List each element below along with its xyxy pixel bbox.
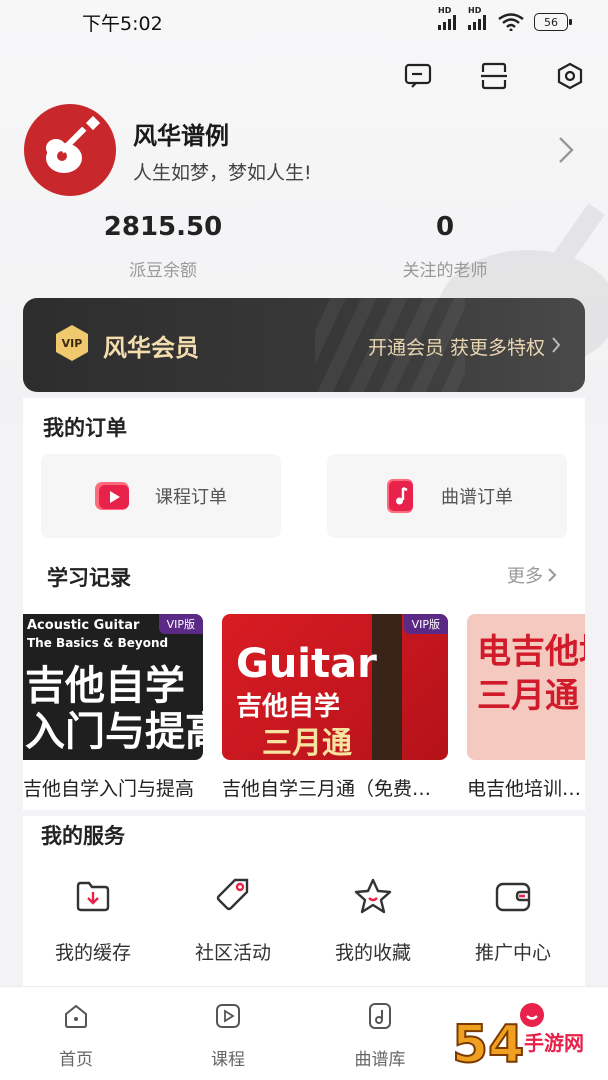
- more-label: 更多: [507, 566, 543, 587]
- learning-title: 学习记录: [47, 566, 131, 590]
- service-label: 推广中心: [474, 942, 551, 964]
- course-card[interactable]: 电吉他培 三月通 电吉他培训三月通: [467, 614, 585, 801]
- stat-label: 关注的老师: [402, 261, 488, 281]
- vip-title: 风华会员: [103, 334, 199, 362]
- site-watermark-logo: 54 手游网: [451, 1014, 584, 1076]
- score-orders-button[interactable]: 曲谱订单: [327, 454, 567, 538]
- cover-text: 入门与提高: [25, 709, 203, 755]
- play-icon: [216, 1004, 240, 1028]
- tag-icon: [216, 878, 249, 911]
- course-cover: VIP版 Guitar 吉他自学 三月通: [222, 614, 448, 760]
- service-label: 我的缓存: [54, 942, 131, 964]
- wallet-icon: [495, 882, 531, 912]
- orders-title: 我的订单: [43, 416, 127, 440]
- battery-icon: 56: [534, 13, 572, 31]
- service-label: 我的收藏: [334, 942, 411, 964]
- cover-text: 三月通: [477, 676, 579, 716]
- svg-text:手游网: 手游网: [524, 1031, 584, 1055]
- vip-tag: VIP版: [158, 614, 203, 634]
- stat-value: 0: [435, 212, 455, 242]
- nav-label: 首页: [59, 1050, 93, 1070]
- guitar-logo-icon: [46, 115, 101, 173]
- chevron-right-icon[interactable]: [554, 132, 578, 168]
- download-folder-icon: [76, 881, 110, 912]
- course-title: 吉他自学入门与提高: [23, 778, 195, 800]
- svg-text:54: 54: [452, 1015, 524, 1075]
- course-title: 吉他自学三月通（免费视频）: [222, 778, 448, 800]
- order-label: 课程订单: [155, 487, 227, 508]
- scan-icon[interactable]: [476, 58, 512, 94]
- status-indicators: HD HD 56: [438, 6, 572, 31]
- course-title: 电吉他培训三月通: [467, 778, 585, 800]
- course-card[interactable]: VIP版 Guitar 吉他自学 三月通 吉他自学三月通（免费视频）: [222, 614, 448, 801]
- vip-banner[interactable]: VIP 风华会员 开通会员 获更多特权: [23, 298, 585, 392]
- battery-level: 56: [544, 15, 558, 29]
- guitar-neck-image: [372, 614, 402, 760]
- music-note-icon: [387, 479, 413, 513]
- cover-text: 三月通: [262, 726, 352, 760]
- service-cache[interactable]: 我的缓存: [23, 876, 163, 965]
- top-actions: [400, 58, 588, 94]
- nav-label: 曲谱库: [354, 1050, 406, 1070]
- play-icon: [95, 482, 129, 510]
- settings-icon[interactable]: [552, 58, 588, 94]
- order-label: 曲谱订单: [441, 487, 513, 508]
- avatar[interactable]: [24, 104, 116, 196]
- vip-tag: VIP版: [403, 614, 448, 634]
- profile-motto: 人生如梦，梦如人生!: [133, 162, 312, 184]
- course-cover: 电吉他培 三月通: [467, 614, 585, 760]
- course-orders-button[interactable]: 课程订单: [41, 454, 281, 538]
- nav-courses[interactable]: 课程: [178, 1001, 278, 1070]
- services-title: 我的服务: [41, 824, 125, 848]
- cover-text: The Basics & Beyond: [27, 636, 169, 650]
- course-cover: VIP版 Acoustic Guitar The Basics & Beyond…: [23, 614, 203, 760]
- service-community[interactable]: 社区活动: [163, 876, 303, 965]
- chevron-right-icon: [552, 337, 561, 353]
- stat-value: 2815.50: [103, 212, 223, 242]
- more-link[interactable]: 更多: [507, 562, 557, 588]
- message-icon[interactable]: [400, 58, 436, 94]
- cover-text: 电吉他培: [477, 632, 585, 672]
- home-icon: [65, 1004, 87, 1028]
- cover-text: 吉他自学: [25, 663, 185, 709]
- stat-label: 派豆余额: [129, 261, 197, 281]
- cover-text: Acoustic Guitar: [27, 618, 140, 633]
- nav-home[interactable]: 首页: [26, 1001, 126, 1070]
- service-favorites[interactable]: 我的收藏: [303, 876, 443, 965]
- music-note-icon: [369, 1003, 391, 1029]
- vip-badge-icon: VIP: [56, 325, 88, 361]
- vip-promo: 开通会员 获更多特权: [367, 337, 545, 359]
- nav-scores[interactable]: 曲谱库: [330, 1001, 430, 1070]
- service-promotion[interactable]: 推广中心: [443, 876, 583, 965]
- stat-followed-teachers[interactable]: 0 关注的老师: [355, 212, 535, 281]
- status-bar: 下午5:02 HD HD 56: [0, 0, 608, 44]
- vip-badge-text: VIP: [62, 337, 83, 350]
- nav-label: 课程: [211, 1050, 245, 1070]
- status-time: 下午5:02: [82, 12, 163, 35]
- cover-text: Guitar: [236, 641, 377, 687]
- star-icon: [354, 878, 392, 914]
- course-card[interactable]: VIP版 Acoustic Guitar The Basics & Beyond…: [23, 614, 203, 801]
- service-label: 社区活动: [194, 942, 271, 964]
- orders-card: 我的订单 课程订单 曲谱订单 学习记录 更多 VIP版 Acoustic Gui…: [23, 398, 585, 810]
- chevron-right-icon: [548, 568, 557, 582]
- wifi-icon: [498, 13, 524, 31]
- signal-icon: HD: [468, 6, 486, 30]
- profile-name[interactable]: 风华谱例: [133, 116, 229, 151]
- stat-balance[interactable]: 2815.50 派豆余额: [73, 212, 253, 281]
- signal-icon: HD: [438, 6, 456, 30]
